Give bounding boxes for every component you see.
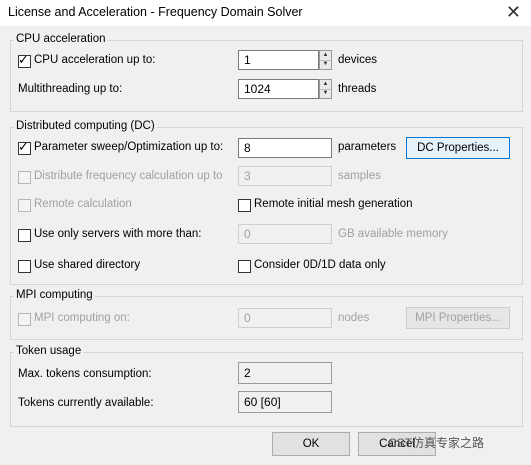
multithreading-label: Multithreading up to:: [18, 83, 123, 95]
mpi-nodes-unit: nodes: [338, 312, 370, 324]
title-bar: License and Acceleration - Frequency Dom…: [0, 0, 531, 26]
servers-memory-checkbox[interactable]: [18, 229, 31, 242]
parameter-sweep-label: Parameter sweep/Optimization up to:: [34, 141, 224, 153]
shared-directory-label: Use shared directory: [34, 259, 141, 271]
close-icon[interactable]: ✕: [506, 2, 521, 22]
parameter-sweep-checkbox[interactable]: ✓: [18, 139, 31, 155]
servers-memory-label: Use only servers with more than:: [34, 228, 202, 240]
parameter-sweep-input[interactable]: 8: [238, 138, 332, 158]
consider-0d1d-label: Consider 0D/1D data only: [254, 259, 386, 271]
servers-memory-input[interactable]: 0: [238, 224, 332, 244]
window-title: License and Acceleration - Frequency Dom…: [8, 5, 303, 19]
max-tokens-label: Max. tokens consumption:: [18, 368, 152, 380]
shared-directory-checkbox[interactable]: [18, 260, 31, 273]
remote-calculation-checkbox[interactable]: [18, 199, 31, 212]
spin-down-icon[interactable]: ▼: [320, 60, 331, 69]
checkmark-icon: ✓: [18, 139, 29, 154]
checkmark-icon: ✓: [18, 52, 29, 67]
mpi-properties-button[interactable]: MPI Properties...: [406, 307, 510, 329]
cpu-devices-unit: devices: [338, 54, 377, 66]
max-tokens-value: 2: [238, 362, 332, 384]
cpu-devices-input[interactable]: 1: [238, 50, 319, 70]
tokens-available-label: Tokens currently available:: [18, 397, 154, 409]
remote-mesh-checkbox[interactable]: [238, 199, 251, 212]
distribute-frequency-unit: samples: [338, 170, 381, 182]
distribute-frequency-label: Distribute frequency calculation up to: [34, 170, 223, 182]
mpi-nodes-input[interactable]: 0: [238, 308, 332, 328]
tokens-available-value: 60 [60]: [238, 391, 332, 413]
distribute-frequency-input[interactable]: 3: [238, 166, 332, 186]
parameter-sweep-unit: parameters: [338, 141, 397, 153]
mpi-group-label: MPI computing: [14, 289, 95, 301]
remote-mesh-label: Remote initial mesh generation: [254, 198, 413, 210]
ok-button[interactable]: OK: [272, 432, 350, 456]
dc-properties-button[interactable]: DC Properties...: [406, 137, 510, 159]
multithreading-spinner[interactable]: ▲ ▼: [319, 79, 332, 99]
multithreading-unit: threads: [338, 83, 377, 95]
spin-down-icon[interactable]: ▼: [320, 89, 331, 98]
remote-calculation-label: Remote calculation: [34, 198, 132, 210]
mpi-computing-label: MPI computing on:: [34, 312, 130, 324]
token-group-label: Token usage: [14, 345, 84, 357]
distribute-frequency-checkbox[interactable]: [18, 171, 31, 184]
multithreading-input[interactable]: 1024: [238, 79, 319, 99]
dc-group-label: Distributed computing (DC): [14, 120, 157, 132]
cpu-group-label: CPU acceleration: [14, 33, 108, 45]
watermark: CST仿真专家之路: [388, 436, 485, 450]
cpu-devices-spinner[interactable]: ▲ ▼: [319, 50, 332, 70]
cpu-acceleration-checkbox[interactable]: ✓: [18, 52, 31, 68]
cpu-acceleration-label: CPU acceleration up to:: [34, 54, 156, 66]
servers-memory-unit: GB available memory: [338, 228, 448, 240]
consider-0d1d-checkbox[interactable]: [238, 260, 251, 273]
mpi-computing-checkbox[interactable]: [18, 313, 31, 326]
